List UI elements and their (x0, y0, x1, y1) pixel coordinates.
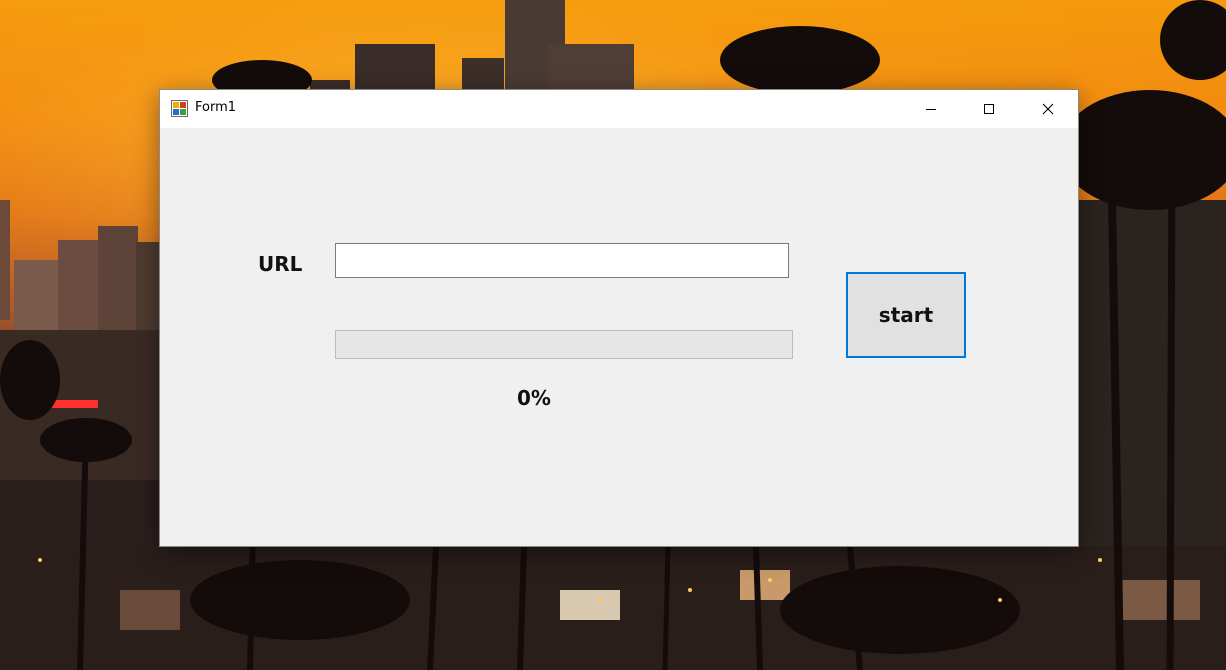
maximize-button[interactable] (960, 90, 1018, 128)
window-title: Form1 (195, 100, 237, 115)
close-icon (1042, 103, 1054, 115)
form1-window: Form1 URL 0% start (160, 90, 1078, 546)
close-button[interactable] (1018, 90, 1078, 128)
progress-percent-label: 0% (517, 386, 551, 410)
maximize-icon (984, 104, 994, 114)
minimize-button[interactable] (902, 90, 960, 128)
start-button[interactable]: start (846, 272, 966, 358)
url-label: URL (258, 252, 303, 276)
desktop-wallpaper: Form1 URL 0% start (0, 0, 1226, 670)
download-progress-bar (335, 330, 793, 359)
form-client-area: URL 0% start (160, 128, 1078, 546)
window-titlebar[interactable]: Form1 (160, 90, 1078, 128)
winforms-app-icon (171, 100, 188, 117)
minimize-icon (926, 109, 936, 110)
url-input[interactable] (335, 243, 789, 278)
